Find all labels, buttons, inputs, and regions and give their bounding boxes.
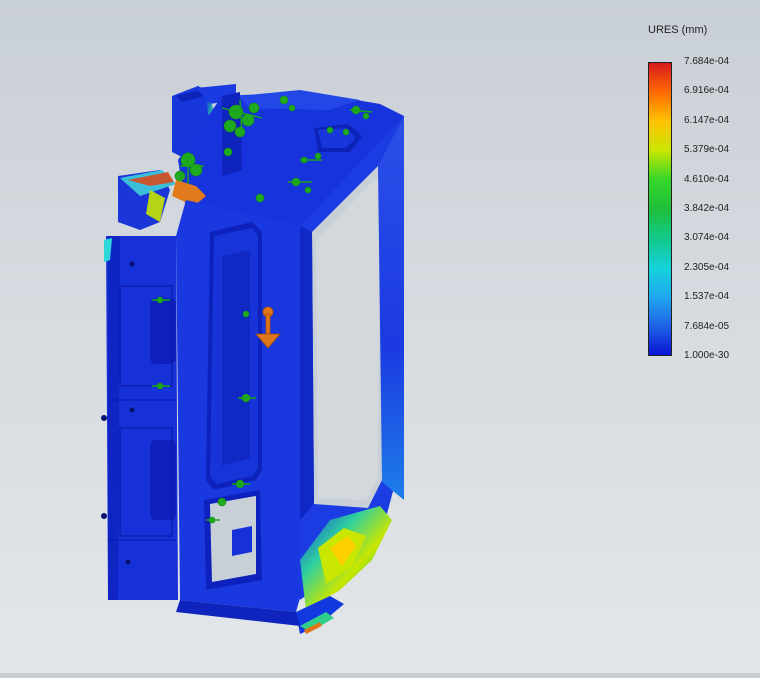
legend-tick-label: 4.610e-04 <box>684 173 730 185</box>
legend-tick-label: 7.684e-05 <box>684 320 730 332</box>
ures-legend: URES (mm) 7.684e-04 6.916e-04 6.147e-04 5.3… <box>640 20 755 370</box>
legend-tick-label: 6.916e-04 <box>684 85 730 97</box>
legend-tick-label: 5.379e-04 <box>684 144 730 156</box>
legend-colorbar <box>648 62 672 356</box>
legend-tick-label: 1.537e-04 <box>684 291 730 303</box>
legend-tick-label: 1.000e-30 <box>684 350 730 361</box>
legend-title: URES (mm) <box>648 24 708 36</box>
legend-tick-label: 3.842e-04 <box>684 203 730 214</box>
legend-tick-label: 2.305e-04 <box>684 261 730 273</box>
legend-tick-label: 6.147e-04 <box>684 114 730 126</box>
legend-tick-label: 7.684e-04 <box>684 56 730 67</box>
legend-tick-label: 3.074e-04 <box>684 232 730 244</box>
